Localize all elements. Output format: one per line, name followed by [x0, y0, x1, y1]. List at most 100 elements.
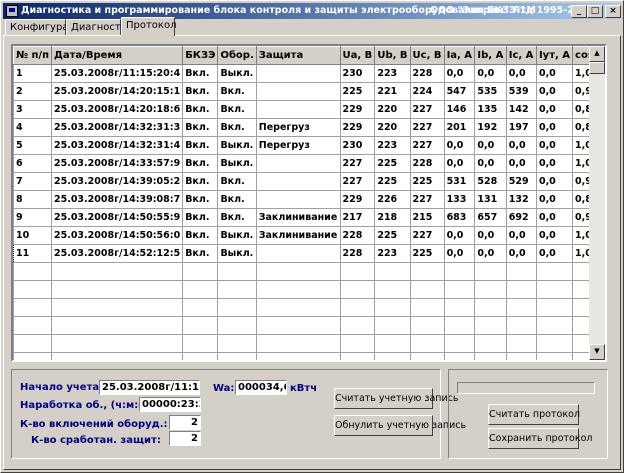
- table-cell[interactable]: Вкл.: [217, 208, 257, 227]
- table-cell[interactable]: 0,0: [443, 136, 476, 155]
- table-cell[interactable]: 683: [443, 208, 476, 227]
- table-cell[interactable]: 0,0: [535, 118, 574, 137]
- reset-record-button[interactable]: Обнулить учетную запись: [334, 415, 466, 436]
- table-cell[interactable]: Вкл.: [182, 118, 219, 137]
- table-cell[interactable]: [505, 280, 537, 299]
- table-cell[interactable]: 535: [474, 82, 507, 101]
- table-cell[interactable]: 25.03.2008г/14:20:18:6: [50, 100, 184, 119]
- column-header[interactable]: Дата/Время: [50, 46, 184, 65]
- table-cell[interactable]: [339, 316, 376, 335]
- table-cell[interactable]: [255, 262, 341, 281]
- table-cell[interactable]: [374, 334, 411, 353]
- table-cell[interactable]: 25.03.2008г/14:50:56:0: [50, 226, 184, 245]
- table-cell[interactable]: [505, 262, 537, 281]
- table-row[interactable]: [13, 352, 605, 360]
- table-cell[interactable]: 539: [505, 82, 537, 101]
- table-cell[interactable]: 220: [374, 100, 411, 119]
- table-cell[interactable]: [255, 244, 341, 263]
- table-row[interactable]: [13, 280, 605, 299]
- table-cell[interactable]: [409, 262, 445, 281]
- table-cell[interactable]: 0,0: [535, 226, 574, 245]
- table-cell[interactable]: 8: [13, 190, 52, 209]
- table-cell[interactable]: [474, 280, 507, 299]
- table-cell[interactable]: Вкл.: [217, 118, 257, 137]
- table-cell[interactable]: 528: [474, 172, 507, 191]
- table-cell[interactable]: [535, 280, 574, 299]
- table-cell[interactable]: [182, 262, 219, 281]
- table-cell[interactable]: [443, 334, 476, 353]
- column-header[interactable]: Ib, A: [474, 46, 507, 65]
- save-protocol-button[interactable]: Сохранить протокол: [488, 428, 592, 449]
- table-cell[interactable]: 217: [339, 208, 376, 227]
- table-cell[interactable]: [409, 352, 445, 360]
- column-header[interactable]: № п/п: [13, 46, 52, 65]
- table-cell[interactable]: [182, 298, 219, 317]
- column-header[interactable]: Ic, A: [505, 46, 537, 65]
- table-cell[interactable]: [13, 262, 52, 281]
- table-cell[interactable]: [50, 334, 184, 353]
- table-cell[interactable]: [443, 280, 476, 299]
- table-cell[interactable]: [339, 262, 376, 281]
- table-cell[interactable]: [474, 298, 507, 317]
- table-cell[interactable]: [182, 280, 219, 299]
- table-cell[interactable]: [50, 352, 184, 360]
- table-cell[interactable]: 25.03.2008г/14:39:05:2: [50, 172, 184, 191]
- read-record-button[interactable]: Считать учетную запись: [334, 388, 458, 409]
- table-cell[interactable]: 5: [13, 136, 52, 155]
- table-cell[interactable]: 221: [374, 82, 411, 101]
- table-cell[interactable]: [409, 298, 445, 317]
- table-cell[interactable]: [217, 352, 257, 360]
- table-cell[interactable]: 218: [374, 208, 411, 227]
- table-cell[interactable]: 0,0: [535, 136, 574, 155]
- table-cell[interactable]: [255, 82, 341, 101]
- table-row[interactable]: 1 25.03.2008г/11:15:20:4 Вкл. Выкл. 230 223 22…: [13, 64, 605, 83]
- table-cell[interactable]: 11: [13, 244, 52, 263]
- table-cell[interactable]: 227: [409, 118, 445, 137]
- protocol-grid[interactable]: № п/п Дата/Время БКЗЭ Обор. Защита Ua, В Ub, В…: [11, 44, 607, 362]
- table-cell[interactable]: 197: [505, 118, 537, 137]
- table-cell[interactable]: [255, 316, 341, 335]
- tab-diagnostics[interactable]: Диагностика: [66, 19, 139, 36]
- maximize-button[interactable]: □: [587, 5, 603, 18]
- table-cell[interactable]: 225: [339, 82, 376, 101]
- table-cell[interactable]: 220: [374, 118, 411, 137]
- table-cell[interactable]: 227: [409, 226, 445, 245]
- table-cell[interactable]: [535, 262, 574, 281]
- table-cell[interactable]: Вкл.: [182, 100, 219, 119]
- table-cell[interactable]: 10: [13, 226, 52, 245]
- table-cell[interactable]: [374, 352, 411, 360]
- table-cell[interactable]: [443, 316, 476, 335]
- table-cell[interactable]: [182, 316, 219, 335]
- table-cell[interactable]: Вкл.: [182, 190, 219, 209]
- table-cell[interactable]: 229: [339, 190, 376, 209]
- table-cell[interactable]: 0,0: [443, 154, 476, 173]
- column-header[interactable]: Обор.: [217, 46, 257, 65]
- table-cell[interactable]: 227: [409, 190, 445, 209]
- table-cell[interactable]: 132: [505, 190, 537, 209]
- table-row[interactable]: 5 25.03.2008г/14:32:31:4 Вкл. Выкл. Перегруз…: [13, 136, 605, 155]
- table-cell[interactable]: Перегруз: [255, 136, 341, 155]
- table-row[interactable]: 7 25.03.2008г/14:39:05:2 Вкл. Вкл. 227 225 225…: [13, 172, 605, 191]
- table-cell[interactable]: [255, 64, 341, 83]
- table-row[interactable]: 10 25.03.2008г/14:50:56:0 Вкл. Выкл. Заклини…: [13, 226, 605, 245]
- table-cell[interactable]: 0,0: [474, 244, 507, 263]
- table-cell[interactable]: [13, 334, 52, 353]
- table-row[interactable]: [13, 262, 605, 281]
- table-cell[interactable]: [374, 280, 411, 299]
- table-cell[interactable]: 0,0: [443, 64, 476, 83]
- table-cell[interactable]: 7: [13, 172, 52, 191]
- table-cell[interactable]: 228: [339, 226, 376, 245]
- table-cell[interactable]: 2: [13, 82, 52, 101]
- table-cell[interactable]: [255, 352, 341, 360]
- table-cell[interactable]: 228: [339, 244, 376, 263]
- table-cell[interactable]: 0,0: [505, 64, 537, 83]
- table-cell[interactable]: [535, 334, 574, 353]
- table-cell[interactable]: Вкл.: [182, 82, 219, 101]
- table-cell[interactable]: 0,0: [505, 226, 537, 245]
- table-row[interactable]: 4 25.03.2008г/14:32:31:3 Вкл. Вкл. Перегруз 2…: [13, 118, 605, 137]
- table-cell[interactable]: 227: [409, 100, 445, 119]
- table-cell[interactable]: [13, 316, 52, 335]
- table-cell[interactable]: 131: [474, 190, 507, 209]
- table-row[interactable]: [13, 334, 605, 353]
- table-cell[interactable]: 4: [13, 118, 52, 137]
